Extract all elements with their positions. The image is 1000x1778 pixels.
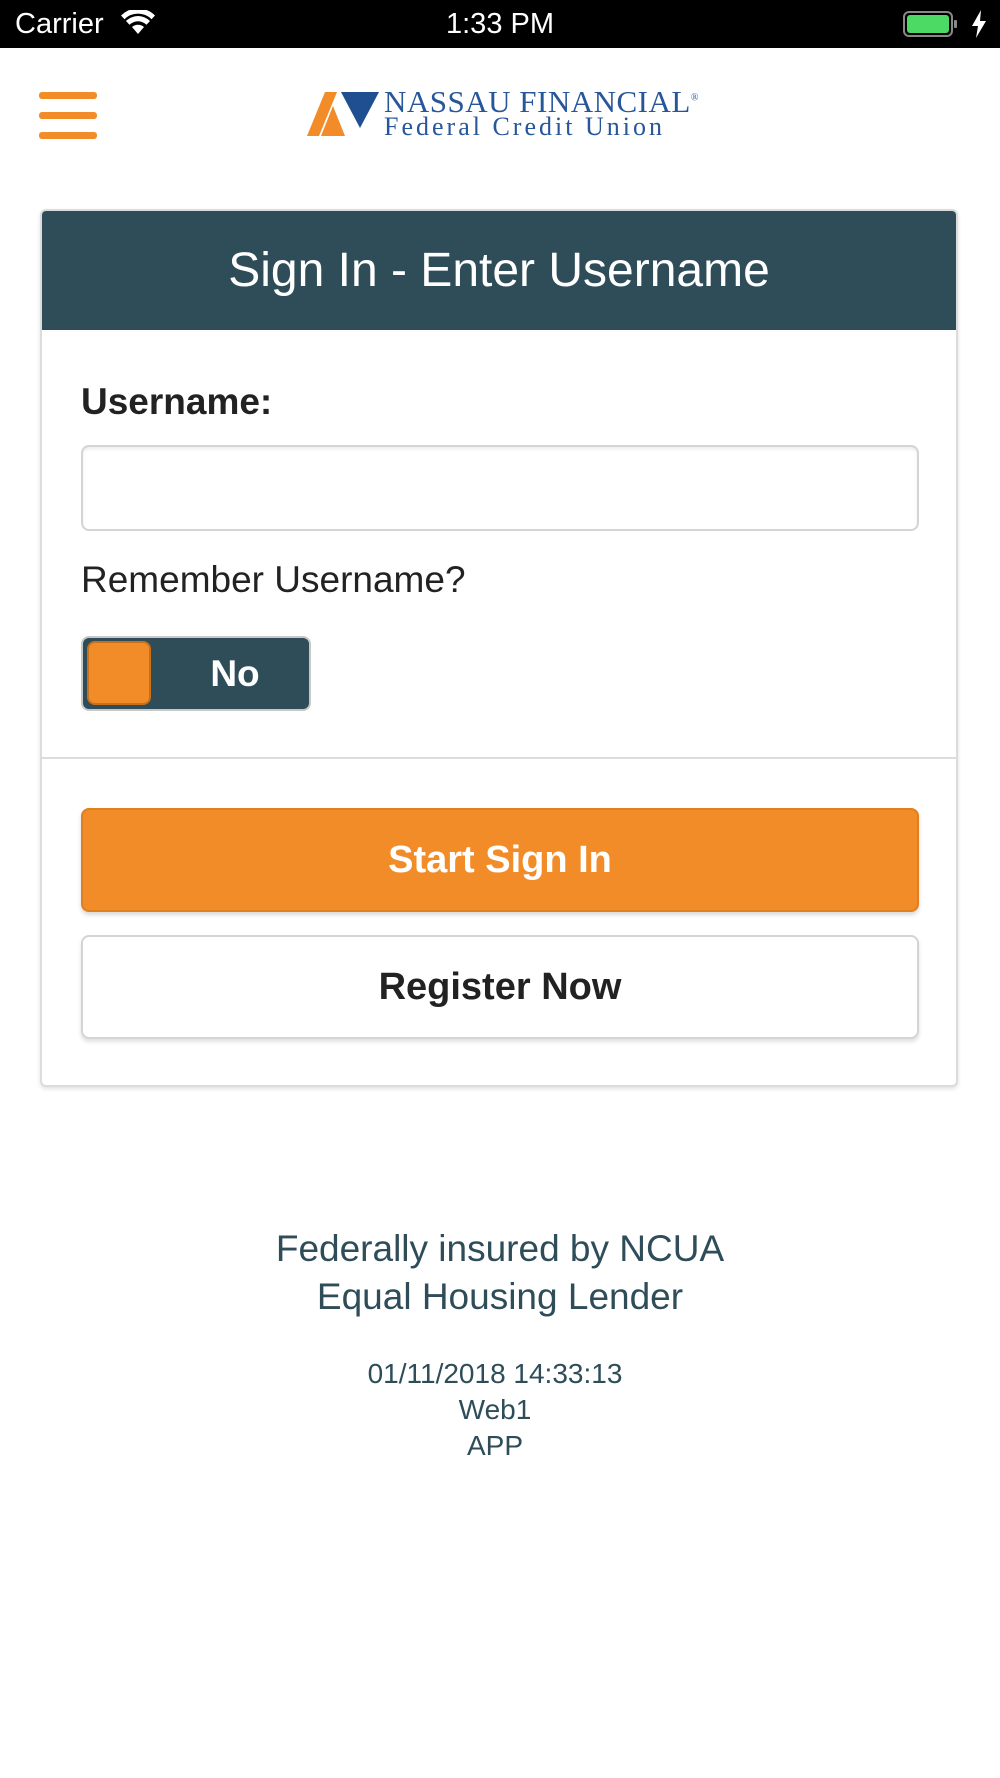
- status-time: 1:33 PM: [446, 8, 554, 40]
- sign-in-card: Sign In - Enter Username Username: Remem…: [40, 209, 958, 1087]
- server-label: Web1: [458, 1394, 532, 1425]
- toggle-state-label: No: [210, 653, 260, 694]
- remember-username-toggle[interactable]: No: [81, 636, 311, 711]
- card-title: Sign In - Enter Username: [42, 211, 956, 330]
- logo-subtitle: Federal Credit Union: [384, 112, 665, 141]
- username-input[interactable]: [81, 445, 919, 531]
- charging-bolt-icon: [972, 10, 986, 38]
- status-bar: Carrier 1:33 PM: [0, 0, 1000, 48]
- menu-icon[interactable]: [39, 92, 97, 142]
- toggle-knob[interactable]: [87, 641, 151, 705]
- logo: NASSAU FINANCIAL® Federal Credit Union: [307, 84, 698, 142]
- app-label: APP: [466, 1430, 524, 1461]
- logo-mark-icon: [307, 92, 379, 136]
- timestamp: 01/11/2018 14:33:13: [367, 1358, 623, 1389]
- ncua-notice: Federally insured by NCUA: [275, 1228, 725, 1269]
- register-now-button[interactable]: Register Now: [81, 935, 919, 1039]
- divider: [42, 757, 956, 759]
- battery-icon: [903, 11, 957, 37]
- start-sign-in-button[interactable]: Start Sign In: [81, 808, 919, 912]
- remember-username-label: Remember Username?: [81, 559, 466, 600]
- username-label: Username:: [81, 381, 273, 422]
- equal-housing-notice: Equal Housing Lender: [316, 1276, 684, 1317]
